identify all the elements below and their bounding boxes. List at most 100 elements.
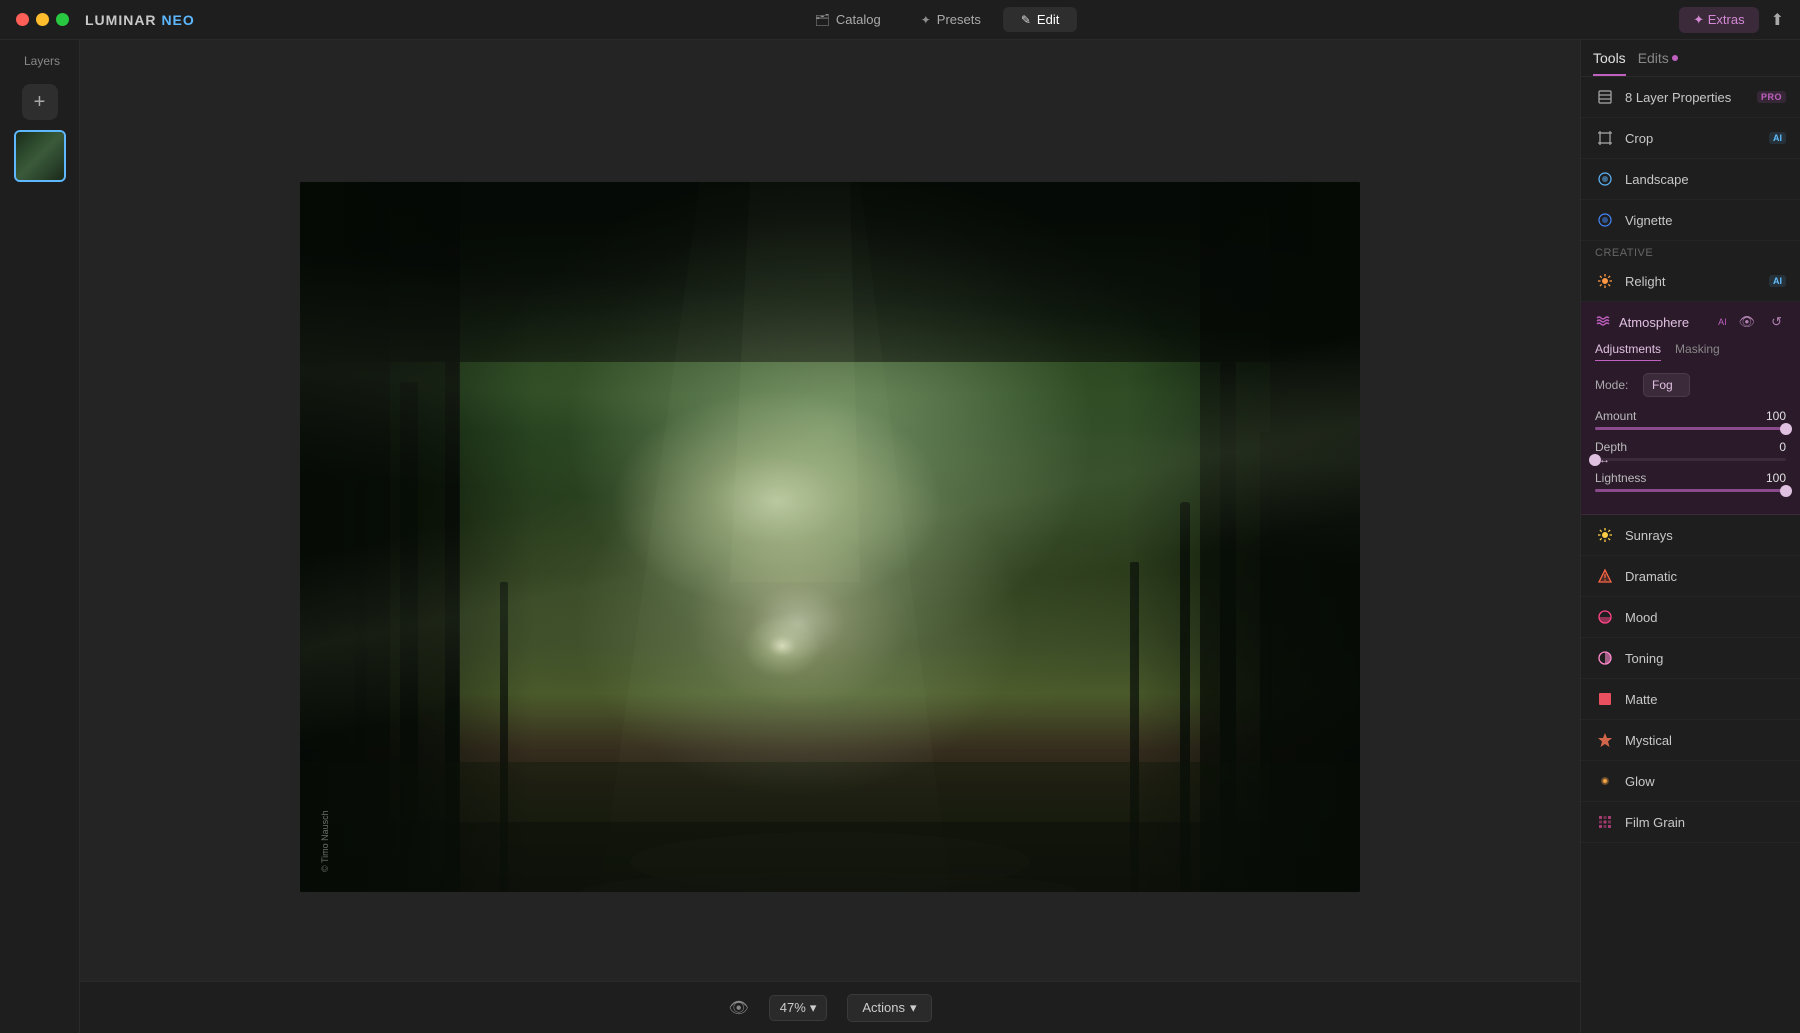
catalog-label: Catalog: [836, 12, 881, 27]
actions-label: Actions: [862, 1000, 905, 1015]
app-name: LUMINAR NEO: [85, 12, 195, 28]
mode-row: Mode: Fog Mist Haze Rain: [1595, 373, 1786, 397]
amount-slider-header: Amount 100: [1595, 409, 1786, 423]
depth-slider-header: Depth 0: [1595, 440, 1786, 454]
atmosphere-panel: Atmosphere AI 👁 ↺ Adjustments Masking Mo…: [1581, 302, 1800, 515]
sidebar-item-glow[interactable]: Glow: [1581, 761, 1800, 802]
landscape-label: Landscape: [1625, 172, 1786, 187]
crop-badge: AI: [1769, 132, 1786, 144]
titlebar: LUMINAR NEO 🗂 Catalog ✦ Presets ✎ Edit ✦…: [0, 0, 1800, 40]
minimize-button[interactable]: [36, 13, 49, 26]
mode-select[interactable]: Fog Mist Haze Rain: [1643, 373, 1690, 397]
sunrays-label: Sunrays: [1625, 528, 1786, 543]
share-button[interactable]: ⬆: [1771, 10, 1784, 30]
film-grain-icon: [1595, 812, 1615, 832]
layer-thumbnail[interactable]: [14, 130, 66, 182]
visibility-toggle[interactable]: 👁: [728, 998, 748, 1018]
zoom-selector[interactable]: 47% ▾: [769, 995, 828, 1021]
atmosphere-badge: AI: [1718, 317, 1727, 327]
catalog-icon: 🗂: [815, 13, 830, 27]
amount-slider-track[interactable]: [1595, 427, 1786, 430]
lightness-slider-thumb[interactable]: [1780, 485, 1792, 497]
sidebar-item-crop[interactable]: Crop AI: [1581, 118, 1800, 159]
actions-button[interactable]: Actions ▾: [847, 994, 931, 1022]
sidebar-item-mystical[interactable]: Mystical: [1581, 720, 1800, 761]
extras-button[interactable]: ✦ Extras: [1679, 7, 1758, 33]
tab-masking[interactable]: Masking: [1675, 342, 1720, 361]
presets-label: Presets: [937, 12, 981, 27]
mystical-icon: [1595, 730, 1615, 750]
lightness-slider-track[interactable]: [1595, 489, 1786, 492]
sidebar-item-mood[interactable]: Mood: [1581, 597, 1800, 638]
atmosphere-inner: Adjustments Masking Mode: Fog Mist Haze …: [1581, 342, 1800, 514]
matte-label: Matte: [1625, 692, 1786, 707]
layers-panel: Layers +: [0, 40, 80, 1033]
close-button[interactable]: [16, 13, 29, 26]
toning-label: Toning: [1625, 651, 1786, 666]
amount-value: 100: [1766, 409, 1786, 423]
main-layout: Layers +: [0, 40, 1800, 1033]
depth-slider-thumb[interactable]: [1589, 454, 1601, 466]
sidebar-item-dramatic[interactable]: Dramatic: [1581, 556, 1800, 597]
mood-label: Mood: [1625, 610, 1786, 625]
edit-label: Edit: [1037, 12, 1059, 27]
sidebar-item-vignette[interactable]: Vignette: [1581, 200, 1800, 241]
sidebar-item-layer-properties[interactable]: 8 Layer Properties PRO: [1581, 77, 1800, 118]
layer-properties-label: 8 Layer Properties: [1625, 90, 1747, 105]
lightness-label: Lightness: [1595, 471, 1646, 485]
lightness-slider-header: Lightness 100: [1595, 471, 1786, 485]
tab-adjustments[interactable]: Adjustments: [1595, 342, 1661, 361]
layer-thumb-image: [16, 132, 64, 180]
app-name-neo: NEO: [161, 12, 194, 28]
vignette-icon: [1595, 210, 1615, 230]
panel-tabs: Tools Edits: [1581, 40, 1800, 77]
tab-edits[interactable]: Edits: [1638, 50, 1678, 76]
maximize-button[interactable]: [56, 13, 69, 26]
atmosphere-controls: 👁 ↺: [1735, 312, 1786, 332]
layer-properties-icon: [1595, 87, 1615, 107]
relight-label: Relight: [1625, 274, 1759, 289]
layers-title: Layers: [12, 54, 60, 68]
sidebar-item-sunrays[interactable]: Sunrays: [1581, 515, 1800, 556]
film-grain-label: Film Grain: [1625, 815, 1786, 830]
amount-label: Amount: [1595, 409, 1636, 423]
sidebar-item-matte[interactable]: Matte: [1581, 679, 1800, 720]
titlebar-nav: 🗂 Catalog ✦ Presets ✎ Edit: [797, 7, 1078, 32]
sidebar-item-landscape[interactable]: Landscape: [1581, 159, 1800, 200]
atmosphere-reset-button[interactable]: ↺: [1767, 312, 1786, 332]
actions-chevron-icon: ▾: [910, 1000, 917, 1016]
presets-nav-button[interactable]: ✦ Presets: [903, 7, 999, 32]
sidebar-item-toning[interactable]: Toning: [1581, 638, 1800, 679]
depth-label: Depth: [1595, 440, 1627, 454]
edit-nav-button[interactable]: ✎ Edit: [1003, 7, 1077, 32]
canvas-toolbar: 👁 47% ▾ Actions ▾: [80, 981, 1580, 1033]
dramatic-icon: [1595, 566, 1615, 586]
mystical-label: Mystical: [1625, 733, 1786, 748]
photo-container: © Timo Nausch: [300, 182, 1360, 892]
amount-slider-thumb[interactable]: [1780, 423, 1792, 435]
depth-slider-track[interactable]: ↔: [1595, 458, 1786, 461]
depth-value: 0: [1779, 440, 1786, 454]
dramatic-label: Dramatic: [1625, 569, 1786, 584]
add-layer-icon: +: [34, 91, 46, 114]
lightness-value: 100: [1766, 471, 1786, 485]
creative-section-label: Creative: [1581, 241, 1800, 261]
layer-properties-badge: PRO: [1757, 91, 1786, 103]
mode-label: Mode:: [1595, 378, 1635, 392]
landscape-icon: [1595, 169, 1615, 189]
atmosphere-visibility-toggle[interactable]: 👁: [1735, 312, 1760, 332]
add-layer-button[interactable]: +: [22, 84, 58, 120]
depth-slider-row: Depth 0 ↔: [1595, 440, 1786, 461]
atmosphere-label: Atmosphere: [1619, 315, 1710, 330]
lightness-slider-fill: [1595, 489, 1786, 492]
canvas-area: © Timo Nausch 👁 47% ▾ Actions ▾: [80, 40, 1580, 1033]
amount-slider-fill: [1595, 427, 1786, 430]
sidebar-item-film-grain[interactable]: Film Grain: [1581, 802, 1800, 843]
titlebar-right: ✦ Extras ⬆: [1679, 7, 1784, 33]
sidebar-item-relight[interactable]: Relight AI: [1581, 261, 1800, 302]
catalog-nav-button[interactable]: 🗂 Catalog: [797, 7, 899, 32]
atmosphere-tabs: Adjustments Masking: [1595, 342, 1786, 361]
tab-tools[interactable]: Tools: [1593, 50, 1626, 76]
relight-badge: AI: [1769, 275, 1786, 287]
atmosphere-header[interactable]: Atmosphere AI 👁 ↺: [1581, 302, 1800, 342]
